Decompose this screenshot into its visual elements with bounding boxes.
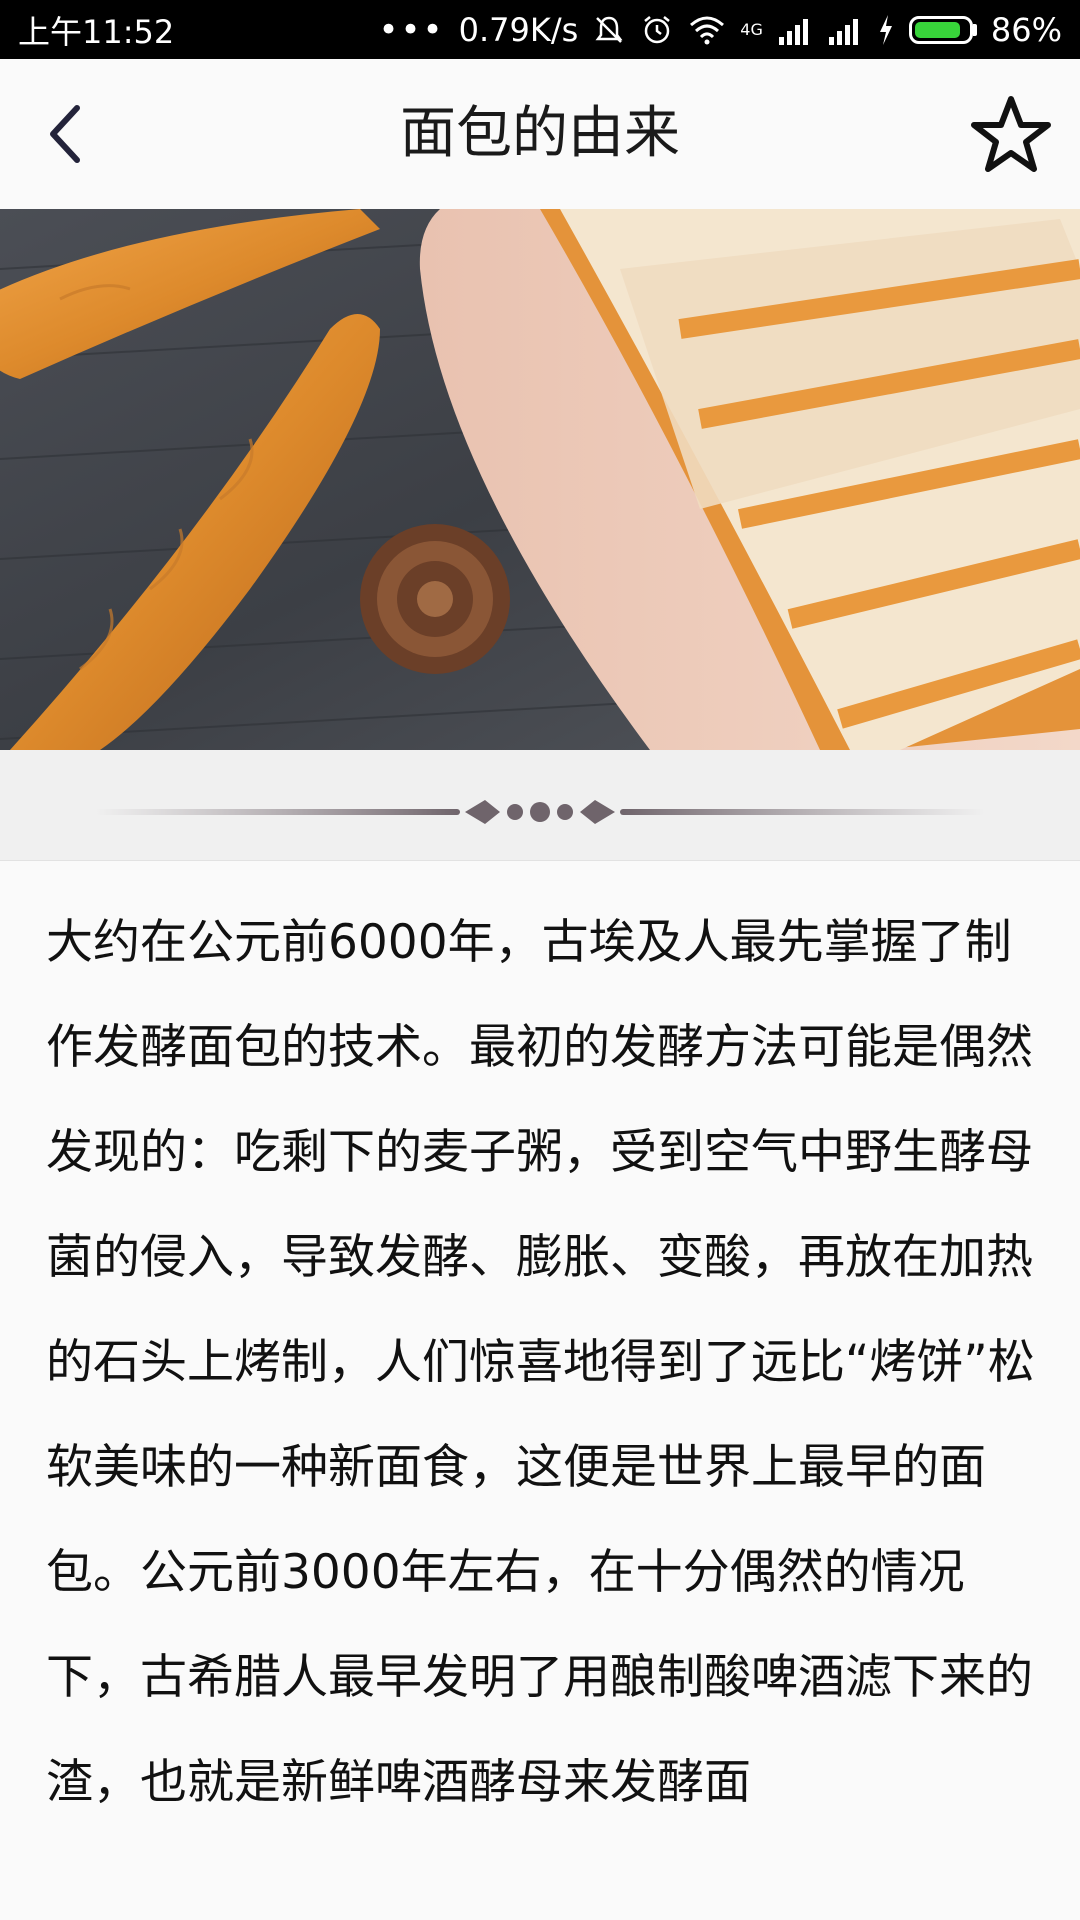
article-body: 大约在公元前6000年，古埃及人最先掌握了制作发酵面包的技术。最初的发酵方法可能… xyxy=(46,890,1036,1835)
status-bar: 上午11:52 ••• 0.79K/s 4G 86% xyxy=(0,0,1080,59)
page-title: 面包的由来 xyxy=(400,101,680,166)
mute-icon xyxy=(595,16,623,43)
app-bar: 面包的由来 xyxy=(0,59,1080,209)
wifi-icon xyxy=(690,16,725,44)
charging-icon xyxy=(879,14,892,45)
bread-photo xyxy=(0,209,1080,750)
alarm-icon xyxy=(644,15,671,43)
ornament-divider-icon xyxy=(95,800,985,824)
network-type: 4G xyxy=(740,19,763,39)
network-type-label: 4G xyxy=(740,19,763,39)
status-time: 上午11:52 xyxy=(18,12,175,51)
star-outline-icon xyxy=(971,96,1051,172)
hero-image xyxy=(0,209,1080,750)
chevron-left-icon xyxy=(50,105,80,163)
battery-percent: 86% xyxy=(990,10,1062,49)
article-paragraph: 大约在公元前6000年，古埃及人最先掌握了制作发酵面包的技术。最初的发酵方法可能… xyxy=(46,915,1035,1810)
signal-icon xyxy=(778,18,808,45)
back-button[interactable] xyxy=(30,99,100,169)
favorite-button[interactable] xyxy=(968,91,1054,177)
battery-tip xyxy=(972,23,977,36)
more-notifications-icon: ••• xyxy=(378,9,445,50)
status-icons: ••• 0.79K/s 4G 86% xyxy=(378,10,1062,50)
network-speed: 0.79K/s xyxy=(458,10,579,49)
signal-icon xyxy=(828,18,858,45)
battery-body xyxy=(908,15,973,44)
battery-fill xyxy=(914,21,960,38)
battery-icon xyxy=(908,15,977,44)
decorative-divider xyxy=(0,750,1080,861)
